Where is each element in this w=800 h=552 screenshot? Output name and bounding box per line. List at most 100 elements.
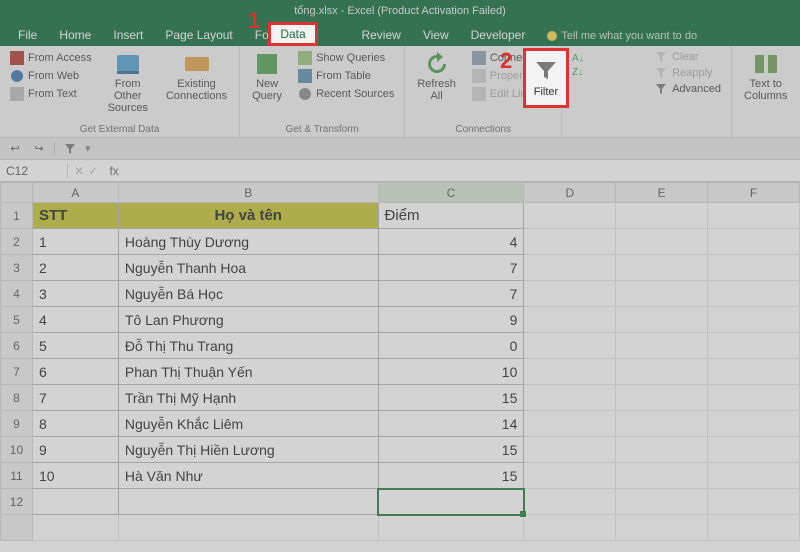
formula-bar: C12 ✕ ✓ fx (0, 160, 800, 182)
tab-home[interactable]: Home (49, 24, 101, 46)
cell-score[interactable]: 15 (378, 385, 524, 411)
show-queries-icon (298, 51, 312, 65)
qat-undo[interactable]: ↩ (6, 140, 24, 158)
cell-stt[interactable]: 4 (32, 307, 118, 333)
sort-desc-button[interactable]: Z↓ (570, 64, 590, 78)
col-B[interactable]: B (118, 183, 378, 203)
from-text-button[interactable]: From Text (8, 86, 94, 102)
text-to-columns-icon (753, 52, 779, 76)
row-header[interactable]: 2 (1, 229, 33, 255)
row-header[interactable]: 9 (1, 411, 33, 437)
cell-score[interactable]: 14 (378, 411, 524, 437)
cell-score[interactable]: 0 (378, 333, 524, 359)
advanced-filter-button[interactable]: Advanced (652, 82, 723, 96)
refresh-icon (424, 52, 450, 76)
row-header[interactable]: 11 (1, 463, 33, 489)
enter-formula-icon[interactable]: ✓ (88, 164, 98, 178)
cell-score[interactable]: 7 (378, 255, 524, 281)
name-box[interactable]: C12 (0, 164, 68, 178)
cell-stt[interactable]: 2 (32, 255, 118, 281)
cell-score[interactable]: 10 (378, 359, 524, 385)
cell-name[interactable]: Hoàng Thùy Dương (118, 229, 378, 255)
cell-stt[interactable]: 10 (32, 463, 118, 489)
text-to-columns-button[interactable]: Text to Columns (740, 50, 791, 104)
qat-redo[interactable]: ↪ (30, 140, 48, 158)
row-header[interactable]: 5 (1, 307, 33, 333)
cell-stt[interactable]: 9 (32, 437, 118, 463)
row-header[interactable]: 4 (1, 281, 33, 307)
cell-name[interactable]: Trần Thị Mỹ Hạnh (118, 385, 378, 411)
cell-name[interactable]: Nguyễn Thanh Hoa (118, 255, 378, 281)
tab-page-layout[interactable]: Page Layout (155, 24, 242, 46)
filter-button[interactable]: Filter (523, 48, 569, 108)
row-header[interactable]: 3 (1, 255, 33, 281)
tab-data[interactable]: Data (268, 22, 318, 46)
recent-sources-button[interactable]: Recent Sources (296, 86, 396, 102)
tab-insert[interactable]: Insert (103, 24, 153, 46)
col-A[interactable]: A (32, 183, 118, 203)
cell-stt[interactable]: 1 (32, 229, 118, 255)
cell-name[interactable]: Nguyễn Bá Học (118, 281, 378, 307)
cell-name[interactable]: Phan Thị Thuận Yến (118, 359, 378, 385)
cell-name[interactable]: Tô Lan Phương (118, 307, 378, 333)
cell-stt[interactable]: 7 (32, 385, 118, 411)
row-header[interactable]: 12 (1, 489, 33, 515)
row-header[interactable]: 10 (1, 437, 33, 463)
recent-icon (298, 87, 312, 101)
from-table-button[interactable]: From Table (296, 68, 396, 84)
sort-desc-icon: Z↓ (572, 65, 588, 77)
col-F[interactable]: F (708, 183, 800, 203)
col-C[interactable]: C (378, 183, 524, 203)
cell-name[interactable]: Hà Văn Như (118, 463, 378, 489)
new-query-icon (253, 52, 281, 76)
reapply-button[interactable]: Reapply (652, 66, 723, 80)
column-headers[interactable]: A B C D E F (1, 183, 800, 203)
cell-score[interactable]: 15 (378, 463, 524, 489)
tell-me[interactable]: Tell me what you want to do (537, 26, 707, 46)
qat-filter-icon[interactable] (61, 140, 79, 158)
group-data-tools: Text to Columns Flash Fill Remove Duplic… (732, 46, 800, 137)
row-header[interactable]: 7 (1, 359, 33, 385)
new-query-button[interactable]: New Query (248, 50, 286, 104)
cancel-formula-icon[interactable]: ✕ (74, 164, 84, 178)
refresh-all-button[interactable]: Refresh All (413, 50, 460, 104)
header-hoten[interactable]: Họ và tên (118, 203, 378, 229)
cell-stt[interactable]: 5 (32, 333, 118, 359)
from-access-button[interactable]: From Access (8, 50, 94, 66)
tab-review[interactable]: Review (351, 24, 410, 46)
table-row: 32Nguyễn Thanh Hoa7 (1, 255, 800, 281)
clear-filter-button[interactable]: Clear (652, 50, 723, 64)
cell-score[interactable]: 15 (378, 437, 524, 463)
sort-asc-button[interactable]: A↓ (570, 50, 590, 64)
row-header[interactable]: 6 (1, 333, 33, 359)
table-row: 54Tô Lan Phương9 (1, 307, 800, 333)
cell-score[interactable]: 9 (378, 307, 524, 333)
from-web-button[interactable]: From Web (8, 68, 94, 84)
tab-view[interactable]: View (413, 24, 459, 46)
existing-connections-button[interactable]: Existing Connections (162, 50, 231, 104)
cell-score[interactable]: 7 (378, 281, 524, 307)
table-row (1, 515, 800, 541)
col-E[interactable]: E (616, 183, 708, 203)
row-header[interactable]: 8 (1, 385, 33, 411)
table-row: 43Nguyễn Bá Học7 (1, 281, 800, 307)
fx-button[interactable]: fx (104, 164, 124, 178)
cell-name[interactable]: Nguyễn Thị Hiền Lương (118, 437, 378, 463)
tab-file[interactable]: File (8, 24, 47, 46)
row-header[interactable]: 1 (1, 203, 33, 229)
cell-stt[interactable]: 3 (32, 281, 118, 307)
header-diem[interactable]: Điểm (378, 203, 524, 229)
cell-name[interactable]: Đỗ Thị Thu Trang (118, 333, 378, 359)
worksheet-grid[interactable]: A B C D E F 1 STT Họ và tên Điểm 21Hoàng… (0, 182, 800, 541)
cell-name[interactable]: Nguyễn Khắc Liêm (118, 411, 378, 437)
active-cell[interactable] (378, 489, 524, 515)
col-D[interactable]: D (524, 183, 616, 203)
tab-developer[interactable]: Developer (461, 24, 536, 46)
cell-stt[interactable]: 6 (32, 359, 118, 385)
show-queries-button[interactable]: Show Queries (296, 50, 396, 66)
from-other-sources-button[interactable]: From Other Sources (104, 50, 152, 116)
header-stt[interactable]: STT (32, 203, 118, 229)
cell-score[interactable]: 4 (378, 229, 524, 255)
group-sort-filter: A↓ Z↓ Clear Reapply Advanced (562, 46, 732, 137)
cell-stt[interactable]: 8 (32, 411, 118, 437)
